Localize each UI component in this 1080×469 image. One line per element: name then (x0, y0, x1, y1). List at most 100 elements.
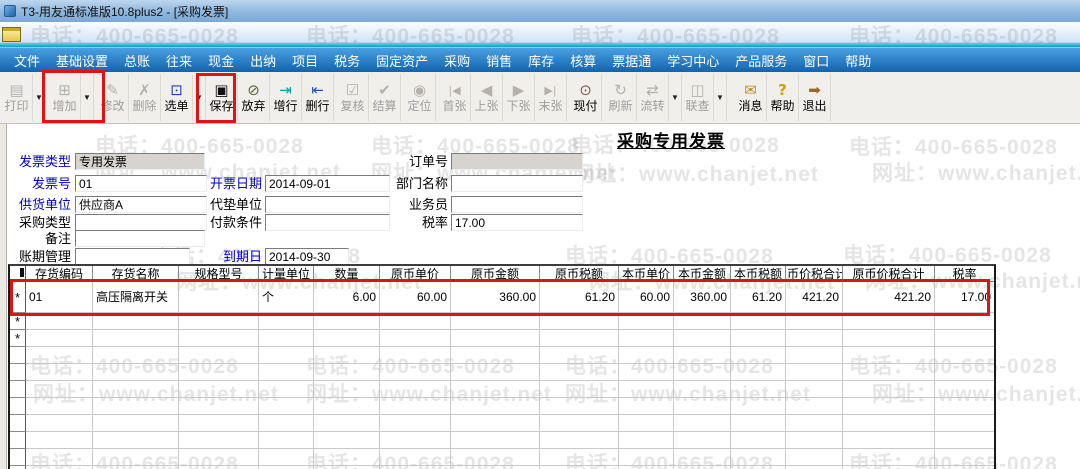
grid-cell[interactable] (619, 432, 674, 449)
row-selector[interactable] (10, 449, 26, 466)
grid-cell[interactable] (731, 330, 786, 347)
grid-cell[interactable] (786, 415, 843, 432)
menu-item-16[interactable]: 产品服务 (727, 48, 795, 73)
salesman-field[interactable] (451, 196, 583, 213)
grid-cell[interactable] (935, 364, 994, 381)
toolbar-delete-row-button[interactable]: ⇤ 删行 (302, 74, 334, 121)
remark-field[interactable] (75, 230, 205, 247)
grid-cell[interactable] (259, 347, 314, 364)
grid-cell[interactable] (179, 364, 259, 381)
grid-cell[interactable] (314, 347, 380, 364)
menu-item-6[interactable]: 出纳 (242, 48, 284, 73)
toolbar-first-button[interactable]: |◀ 首张 (439, 74, 471, 121)
grid-cell[interactable] (843, 347, 935, 364)
order-number-field[interactable] (451, 153, 583, 170)
grid-cell[interactable] (786, 347, 843, 364)
toolbar-next-button[interactable]: ▶ 下张 (503, 74, 535, 121)
grid-cell[interactable] (619, 381, 674, 398)
menu-item-18[interactable]: 帮助 (837, 48, 879, 73)
grid-cell[interactable] (935, 381, 994, 398)
grid-cell[interactable] (259, 449, 314, 466)
grid-cell[interactable] (451, 398, 540, 415)
menu-item-14[interactable]: 票据通 (604, 48, 659, 73)
grid-cell[interactable] (843, 432, 935, 449)
grid-cell[interactable] (314, 364, 380, 381)
grid-cell[interactable] (259, 381, 314, 398)
grid-cell[interactable] (179, 347, 259, 364)
grid-cell[interactable] (259, 432, 314, 449)
grid-cell[interactable] (314, 432, 380, 449)
grid-cell[interactable] (674, 364, 731, 381)
toolbar-add-row-button[interactable]: ⇥ 增行 (270, 74, 302, 121)
grid-cell[interactable] (674, 449, 731, 466)
grid-cell[interactable] (26, 449, 93, 466)
menu-item-3[interactable]: 总账 (116, 48, 158, 73)
invoice-date-field[interactable]: 2014-09-01 (265, 175, 390, 192)
invoice-number-field[interactable]: 01 (75, 175, 207, 192)
grid-cell[interactable] (26, 415, 93, 432)
grid-cell[interactable] (674, 398, 731, 415)
menu-item-10[interactable]: 采购 (436, 48, 478, 73)
grid-cell[interactable] (380, 347, 451, 364)
menu-item-7[interactable]: 项目 (284, 48, 326, 73)
menu-item-15[interactable]: 学习中心 (659, 48, 727, 73)
toolbar-settle-button[interactable]: ✔ 结算 (369, 74, 401, 121)
toolbar-last-button[interactable]: ▶| 末张 (535, 74, 567, 121)
grid-cell[interactable] (314, 449, 380, 466)
grid-cell[interactable] (259, 330, 314, 347)
grid-cell[interactable] (179, 381, 259, 398)
grid-cell[interactable] (451, 330, 540, 347)
grid-cell[interactable] (786, 398, 843, 415)
grid-cell[interactable] (93, 398, 179, 415)
grid-cell[interactable] (619, 364, 674, 381)
grid-cell[interactable] (843, 364, 935, 381)
menu-item-11[interactable]: 销售 (478, 48, 520, 73)
grid-cell[interactable] (540, 381, 619, 398)
grid-cell[interactable] (451, 347, 540, 364)
grid-cell[interactable] (26, 381, 93, 398)
row-selector[interactable] (10, 347, 26, 364)
grid-cell[interactable] (451, 364, 540, 381)
grid-cell[interactable] (259, 415, 314, 432)
row-selector[interactable] (10, 381, 26, 398)
grid-cell[interactable] (26, 364, 93, 381)
grid-cell[interactable] (259, 398, 314, 415)
department-field[interactable] (451, 175, 583, 192)
grid-cell[interactable] (843, 381, 935, 398)
invoice-type-field[interactable]: 专用发票 (75, 153, 205, 170)
grid-cell[interactable] (179, 449, 259, 466)
menu-item-12[interactable]: 库存 (520, 48, 562, 73)
grid-cell[interactable] (935, 449, 994, 466)
grid-cell[interactable] (380, 415, 451, 432)
grid-cell[interactable] (93, 432, 179, 449)
grid-cell[interactable] (93, 415, 179, 432)
row-selector[interactable] (10, 415, 26, 432)
due-date-field[interactable]: 2014-09-30 (265, 248, 349, 265)
toolbar-cash-pay-button[interactable]: ⊙ 现付 (570, 74, 602, 121)
supplier-field[interactable]: 供应商A (75, 196, 207, 213)
grid-cell[interactable] (619, 449, 674, 466)
grid-cell[interactable] (380, 364, 451, 381)
grid-cell[interactable] (786, 381, 843, 398)
flow-dropdown-arrow[interactable]: ▼ (669, 74, 682, 121)
grid-cell[interactable] (731, 398, 786, 415)
grid-cell[interactable] (674, 381, 731, 398)
grid-cell[interactable] (540, 449, 619, 466)
grid-cell[interactable] (451, 381, 540, 398)
empty-row[interactable] (10, 415, 994, 432)
grid-cell[interactable] (93, 364, 179, 381)
grid-cell[interactable] (179, 415, 259, 432)
grid-cell[interactable] (731, 364, 786, 381)
grid-cell[interactable] (935, 347, 994, 364)
menu-item-9[interactable]: 固定资产 (368, 48, 436, 73)
grid-cell[interactable] (786, 364, 843, 381)
grid-cell[interactable] (674, 432, 731, 449)
row-selector[interactable] (10, 364, 26, 381)
empty-row[interactable] (10, 398, 994, 415)
grid-cell[interactable] (540, 415, 619, 432)
grid-cell[interactable] (843, 449, 935, 466)
toolbar-prev-button[interactable]: ◀ 上张 (471, 74, 503, 121)
grid-cell[interactable] (380, 449, 451, 466)
grid-cell[interactable] (619, 330, 674, 347)
grid-cell[interactable] (314, 398, 380, 415)
